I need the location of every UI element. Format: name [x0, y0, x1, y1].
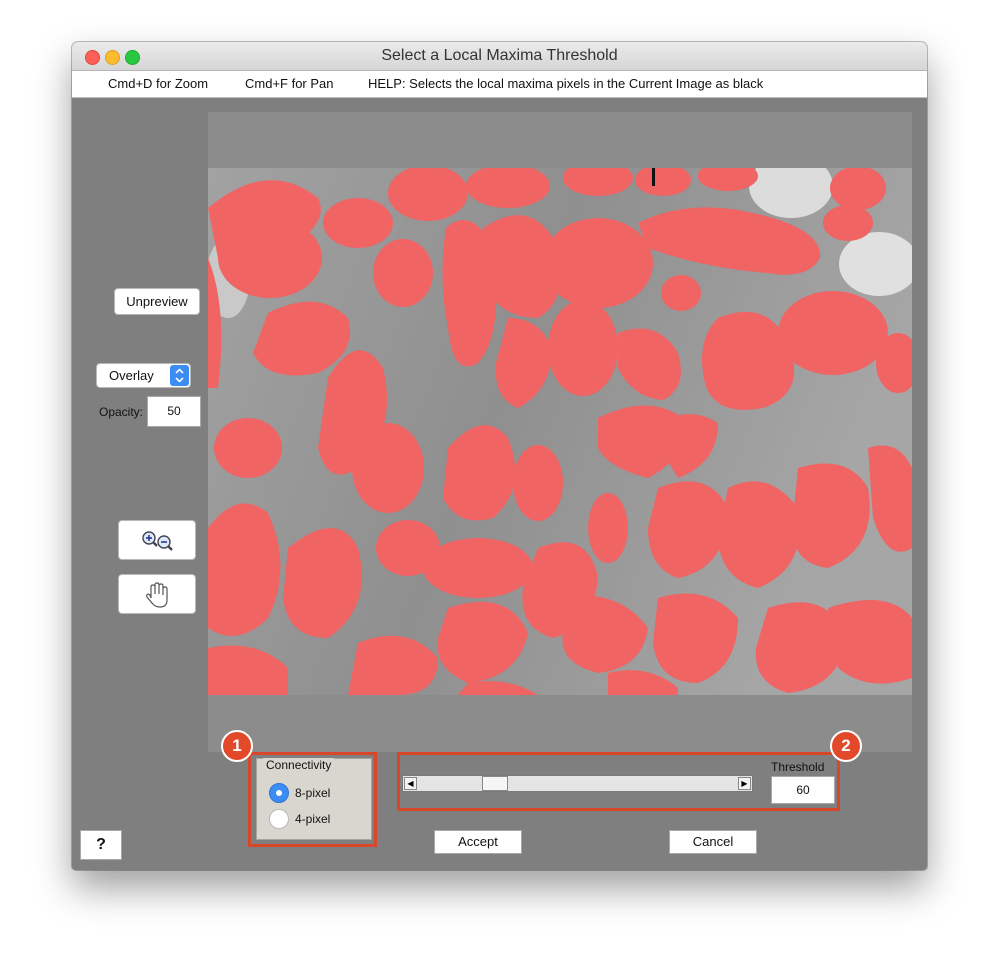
- unpreview-button[interactable]: Unpreview: [114, 288, 200, 315]
- help-text: HELP: Selects the local maxima pixels in…: [368, 76, 764, 91]
- cancel-button[interactable]: Cancel: [669, 830, 757, 854]
- opacity-label: Opacity:: [99, 405, 144, 419]
- zoom-window-button[interactable]: [125, 50, 140, 65]
- help-button[interactable]: ?: [80, 830, 122, 860]
- hand-icon: [146, 582, 168, 608]
- window-title: Select a Local Maxima Threshold: [381, 47, 618, 64]
- pan-shortcut-hint: Cmd+F for Pan: [245, 76, 334, 91]
- callout-1-badge: 1: [221, 730, 253, 762]
- image-panel: [208, 112, 912, 752]
- callout-2-highlight: [397, 752, 840, 811]
- zoom-shortcut-hint: Cmd+D for Zoom: [108, 76, 209, 91]
- accept-button[interactable]: Accept: [434, 830, 522, 854]
- dialog-window: Select a Local Maxima Threshold Cmd+D fo…: [72, 42, 927, 870]
- title-bar: Select a Local Maxima Threshold: [72, 42, 927, 71]
- minimize-window-button[interactable]: [105, 50, 120, 65]
- select-stepper-icon: [170, 365, 189, 386]
- callout-2-badge: 2: [830, 730, 862, 762]
- close-window-button[interactable]: [85, 50, 100, 65]
- pan-tool-button[interactable]: [118, 574, 196, 614]
- opacity-input[interactable]: 50: [147, 396, 201, 427]
- image-artifact: [652, 168, 655, 186]
- hint-bar: Cmd+D for Zoom Cmd+F for Pan HELP: Selec…: [72, 71, 927, 98]
- zoom-tool-button[interactable]: [118, 520, 196, 560]
- micrograph-image[interactable]: [208, 168, 912, 695]
- zoom-out-icon: [157, 535, 173, 551]
- display-mode-value: Overlay: [109, 368, 154, 383]
- display-mode-select[interactable]: Overlay: [96, 363, 191, 388]
- callout-1-highlight: [248, 752, 377, 847]
- zoom-in-icon: [142, 531, 158, 547]
